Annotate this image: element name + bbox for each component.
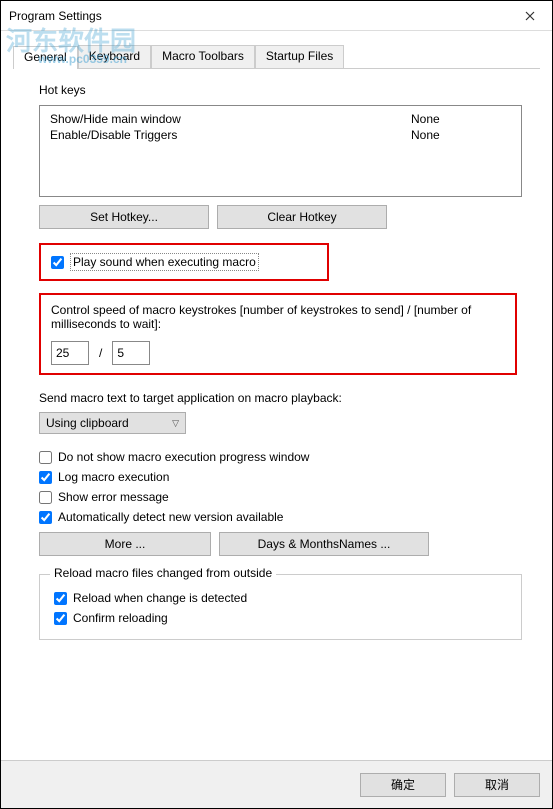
keystrokes-input[interactable] xyxy=(51,341,89,365)
log-exec-row[interactable]: Log macro execution xyxy=(39,470,522,484)
reload-group: Reload macro files changed from outside … xyxy=(39,574,522,640)
milliseconds-input[interactable] xyxy=(112,341,150,365)
hotkey-row[interactable]: Enable/Disable Triggers None xyxy=(50,128,511,142)
hide-progress-row[interactable]: Do not show macro execution progress win… xyxy=(39,450,522,464)
hotkey-value: None xyxy=(411,128,511,142)
play-sound-label: Play sound when executing macro xyxy=(70,253,259,271)
reload-confirm-row[interactable]: Confirm reloading xyxy=(54,611,507,625)
auto-update-checkbox[interactable] xyxy=(39,511,52,524)
hide-progress-label: Do not show macro execution progress win… xyxy=(58,450,309,464)
auto-update-label: Automatically detect new version availab… xyxy=(58,510,283,524)
tab-startup-files[interactable]: Startup Files xyxy=(255,45,344,68)
tab-macro-toolbars[interactable]: Macro Toolbars xyxy=(151,45,255,68)
window-title: Program Settings xyxy=(9,9,102,23)
show-err-checkbox[interactable] xyxy=(39,491,52,504)
tab-keyboard[interactable]: Keyboard xyxy=(78,45,151,68)
hotkey-value: None xyxy=(411,112,511,126)
reload-detect-label: Reload when change is detected xyxy=(73,591,247,605)
reload-confirm-checkbox[interactable] xyxy=(54,612,67,625)
log-exec-label: Log macro execution xyxy=(58,470,169,484)
cancel-button[interactable]: 取消 xyxy=(454,773,540,797)
speed-label: Control speed of macro keystrokes [numbe… xyxy=(51,303,505,331)
dialog-button-bar: 确定 取消 xyxy=(1,760,552,808)
close-button[interactable] xyxy=(507,1,552,31)
tab-bar: General Keyboard Macro Toolbars Startup … xyxy=(13,45,540,69)
ok-button[interactable]: 确定 xyxy=(360,773,446,797)
hide-progress-checkbox[interactable] xyxy=(39,451,52,464)
show-err-label: Show error message xyxy=(58,490,169,504)
reload-legend: Reload macro files changed from outside xyxy=(50,566,276,580)
more-button[interactable]: More ... xyxy=(39,532,211,556)
play-sound-checkbox-row[interactable]: Play sound when executing macro xyxy=(51,253,317,271)
sendmode-select[interactable]: Using clipboard ▽ xyxy=(39,412,186,434)
days-months-button[interactable]: Days & MonthsNames ... xyxy=(219,532,429,556)
reload-detect-row[interactable]: Reload when change is detected xyxy=(54,591,507,605)
hotkeys-list[interactable]: Show/Hide main window None Enable/Disabl… xyxy=(39,105,522,197)
close-icon xyxy=(525,11,535,21)
speed-separator: / xyxy=(99,346,102,360)
reload-detect-checkbox[interactable] xyxy=(54,592,67,605)
show-err-row[interactable]: Show error message xyxy=(39,490,522,504)
log-exec-checkbox[interactable] xyxy=(39,471,52,484)
reload-confirm-label: Confirm reloading xyxy=(73,611,168,625)
sendmode-value: Using clipboard xyxy=(46,416,129,430)
hotkey-name: Enable/Disable Triggers xyxy=(50,128,411,142)
chevron-down-icon: ▽ xyxy=(172,418,179,429)
hotkeys-label: Hot keys xyxy=(39,83,522,97)
hotkey-row[interactable]: Show/Hide main window None xyxy=(50,112,511,126)
auto-update-row[interactable]: Automatically detect new version availab… xyxy=(39,510,522,524)
clear-hotkey-button[interactable]: Clear Hotkey xyxy=(217,205,387,229)
tab-general[interactable]: General xyxy=(13,46,78,69)
set-hotkey-button[interactable]: Set Hotkey... xyxy=(39,205,209,229)
hotkey-name: Show/Hide main window xyxy=(50,112,411,126)
play-sound-checkbox[interactable] xyxy=(51,256,64,269)
title-bar: Program Settings xyxy=(1,1,552,31)
sendmode-label: Send macro text to target application on… xyxy=(39,391,522,405)
